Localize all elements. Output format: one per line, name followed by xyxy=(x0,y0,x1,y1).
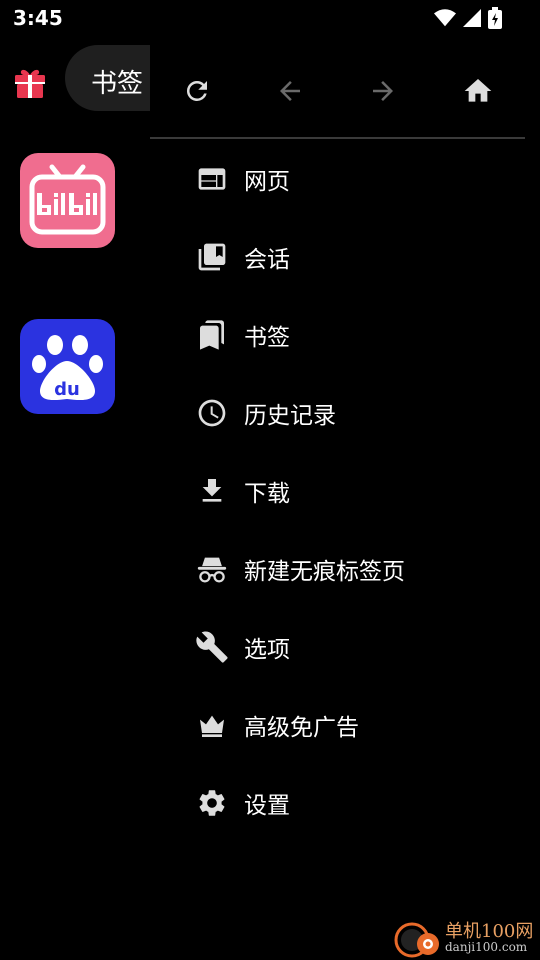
watermark-url: danji100.com xyxy=(445,940,528,954)
status-icons xyxy=(434,7,502,29)
menu-item-options[interactable]: 选项 xyxy=(150,608,540,686)
home-icon xyxy=(464,79,492,102)
menu-item-session[interactable]: 会话 xyxy=(150,218,540,296)
menu-label: 新建无痕标签页 xyxy=(244,559,405,585)
watermark-logo-icon xyxy=(394,922,439,958)
gift-icon[interactable] xyxy=(12,64,48,100)
history-icon xyxy=(195,396,229,430)
menu-label: 网页 xyxy=(244,169,290,195)
tab-title: 书签 xyxy=(91,69,144,99)
back-arrow-icon xyxy=(280,81,300,101)
menu-item-settings[interactable]: 设置 xyxy=(150,764,540,842)
back-button[interactable] xyxy=(272,73,308,109)
menu-item-incognito[interactable]: 新建无痕标签页 xyxy=(150,530,540,608)
refresh-icon xyxy=(186,80,207,101)
bilibili-icon xyxy=(29,164,106,235)
forward-button[interactable] xyxy=(365,73,401,109)
bilibili-shortcut[interactable] xyxy=(20,153,115,248)
menu-label: 会话 xyxy=(244,247,290,273)
wifi-icon xyxy=(434,9,456,27)
status-bar: 3:45 xyxy=(0,0,540,36)
menu-item-bookmarks[interactable]: 书签 xyxy=(150,296,540,374)
baidu-logo-text: du xyxy=(54,379,80,400)
browser-menu: 网页 会话 书签 历史记录 下载 新建无痕标签页 选项 高级免广告 设置 xyxy=(150,45,540,960)
watermark: 单机100网 danji100.com xyxy=(390,916,540,960)
menu-label: 设置 xyxy=(244,793,290,819)
gear-icon xyxy=(195,786,229,820)
battery-charging-icon xyxy=(488,7,502,29)
baidu-icon: du xyxy=(32,335,103,401)
menu-item-premium[interactable]: 高级免广告 xyxy=(150,686,540,764)
cellular-signal-icon xyxy=(463,9,481,27)
menu-toolbar xyxy=(150,45,525,139)
menu-label: 选项 xyxy=(244,637,290,663)
menu-label: 书签 xyxy=(244,325,290,351)
menu-item-history[interactable]: 历史记录 xyxy=(150,374,540,452)
refresh-button[interactable] xyxy=(179,73,215,109)
session-icon xyxy=(195,240,229,274)
crown-icon xyxy=(195,708,229,742)
forward-arrow-icon xyxy=(373,81,393,101)
home-button[interactable] xyxy=(460,73,496,109)
menu-label: 高级免广告 xyxy=(244,715,359,741)
wrench-icon xyxy=(195,630,229,664)
toolbar-divider xyxy=(150,137,525,139)
menu-label: 历史记录 xyxy=(244,403,336,429)
download-icon xyxy=(195,474,229,508)
status-time: 3:45 xyxy=(13,6,63,30)
menu-list: 网页 会话 书签 历史记录 下载 新建无痕标签页 选项 高级免广告 设置 xyxy=(150,140,540,842)
menu-item-web-page[interactable]: 网页 xyxy=(150,140,540,218)
menu-label: 下载 xyxy=(244,481,290,507)
baidu-shortcut[interactable]: du xyxy=(20,319,115,414)
bookmarks-icon xyxy=(195,318,229,352)
web-page-icon xyxy=(195,162,229,196)
menu-item-download[interactable]: 下载 xyxy=(150,452,540,530)
incognito-icon xyxy=(195,552,229,586)
